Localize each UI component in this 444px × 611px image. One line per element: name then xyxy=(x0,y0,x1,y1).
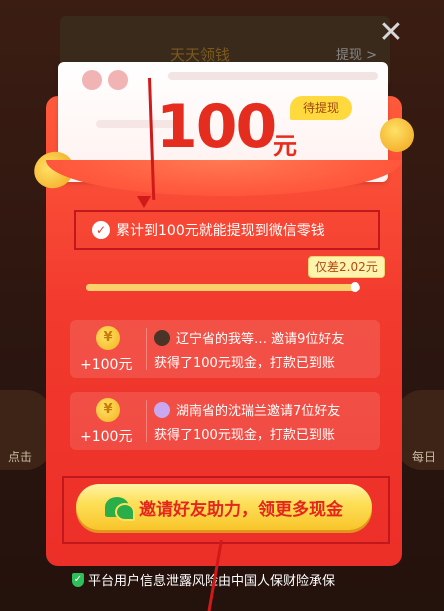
cash-unit: 元 xyxy=(273,132,297,160)
avatar xyxy=(154,402,170,418)
invite-friends-button[interactable]: 邀请好友助力，领更多现金 xyxy=(76,484,372,530)
record-line: 辽宁省的我等… 邀请9位好友 xyxy=(176,332,345,347)
background-withdraw-link: 提现 > xyxy=(336,48,378,63)
shield-icon: ✓ xyxy=(72,572,84,587)
reward-record: ¥ +100元 湖南省的沈瑞兰邀请7位好友 获得了100元现金，打款已到账 xyxy=(70,392,380,450)
progress-fill xyxy=(86,284,355,291)
cash-amount: 100 xyxy=(156,92,277,162)
progress-knob xyxy=(350,282,359,292)
close-icon[interactable]: ✕ xyxy=(376,18,406,48)
record-line: 获得了100元现金，打款已到账 xyxy=(154,356,335,371)
voucher-decoration-line xyxy=(168,72,378,80)
reward-record: ¥ +100元 辽宁省的我等… 邀请9位好友 获得了100元现金，打款已到账 xyxy=(70,320,380,378)
remaining-amount-badge: 仅差2.02元 xyxy=(308,256,385,278)
wechat-icon xyxy=(105,497,135,521)
status-badge: 待提现 xyxy=(290,96,352,120)
invite-button-label: 邀请好友助力，领更多现金 xyxy=(139,499,343,520)
coin-icon: ¥ xyxy=(96,398,120,422)
voucher-decoration xyxy=(82,70,152,92)
reward-amount: +100元 xyxy=(80,357,133,373)
insurance-footer: ✓ 平台用户信息泄露风险由中国人保财险承保 xyxy=(72,570,335,589)
annotation-arrowhead xyxy=(137,196,151,208)
withdraw-tip: ✓ 累计到100元就能提现到微信零钱 xyxy=(74,210,380,250)
tip-text: 累计到100元就能提现到微信零钱 xyxy=(116,223,325,239)
background-left-label: 点击 xyxy=(8,450,33,464)
reward-amount: +100元 xyxy=(80,429,133,445)
divider xyxy=(146,328,147,370)
wechat-icon: ✓ xyxy=(92,221,110,239)
coin-icon: ¥ xyxy=(96,326,120,350)
divider xyxy=(146,400,147,442)
avatar xyxy=(154,330,170,346)
record-line: 湖南省的沈瑞兰邀请7位好友 xyxy=(176,404,341,419)
progress-bar xyxy=(86,282,360,292)
record-line: 获得了100元现金，打款已到账 xyxy=(154,428,335,443)
background-right-label: 每日 xyxy=(412,450,437,464)
